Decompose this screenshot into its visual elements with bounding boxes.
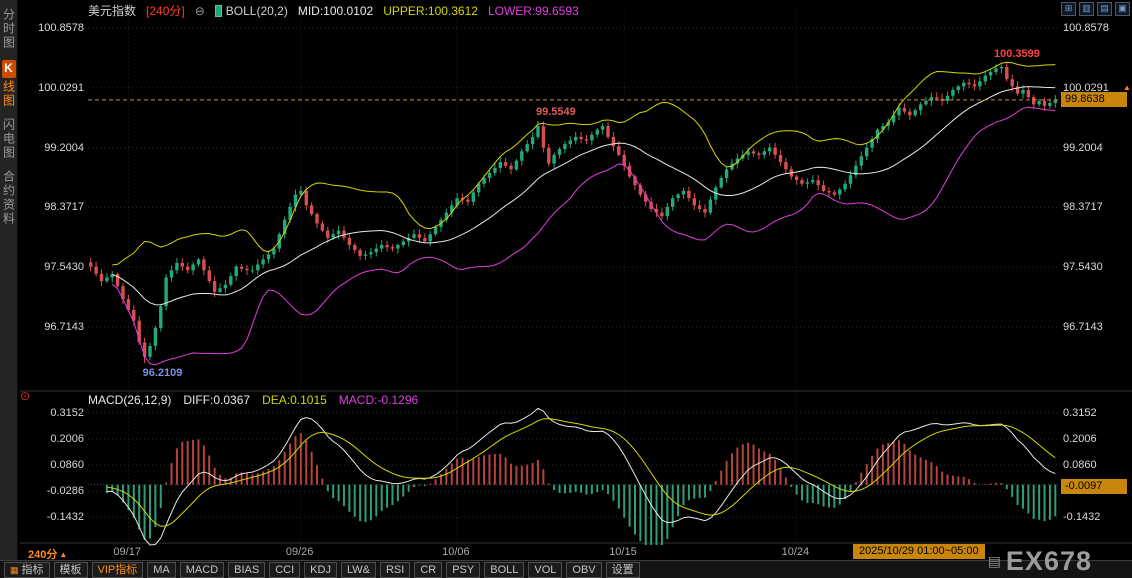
toolbar-button-ma[interactable]: MA — [147, 561, 176, 578]
macd-value-box: -0.0097 — [1061, 478, 1127, 494]
price-tick-left: 100.8578 — [38, 22, 84, 35]
watermark-logo-icon: ▤ — [987, 553, 1001, 569]
price-tick-left: 96.7143 — [44, 320, 84, 333]
price-tick-right: 97.5430 — [1063, 261, 1103, 274]
layout-single-pane-icon[interactable]: ▣ — [1115, 2, 1130, 16]
toolbar-button-obv[interactable]: OBV — [566, 561, 602, 578]
chart-header: 美元指数 [240分] ⊖ BOLL(20,2) MID:100.0102 UP… — [88, 2, 579, 19]
candlestick-icon — [214, 4, 222, 17]
toolbar-button-label: CCI — [275, 563, 295, 576]
toolbar-button-cci[interactable]: CCI — [269, 561, 301, 578]
layout-vertical-split-icon[interactable]: ▥ — [1079, 2, 1094, 16]
toolbar-button-label: PSY — [452, 563, 475, 576]
watermark-text: EX678 — [1005, 546, 1092, 576]
macd-header: MACD(26,12,9) DIFF:0.0367 DEA:0.1015 MAC… — [88, 393, 418, 407]
macd-tick-left: -0.1432 — [46, 511, 84, 524]
toolbar-button-psy[interactable]: PSY — [446, 561, 481, 578]
boll-upper-value: UPPER:100.3612 — [383, 3, 478, 18]
macd-indicator-label: MACD(26,12,9) — [88, 393, 172, 407]
price-tick-right: 98.3717 — [1063, 201, 1103, 214]
macd-tick-right: 0.0860 — [1063, 459, 1097, 472]
period-dropdown-arrow-icon: ▲ — [59, 549, 68, 559]
toolbar-button-label: 模板 — [59, 563, 82, 576]
toolbar-button-label: 指标 — [21, 563, 44, 576]
sidebar-item-time-chart[interactable]: 分时图 — [1, 8, 17, 50]
date-label: 10/06 — [442, 546, 470, 558]
date-label: 09/26 — [285, 546, 314, 558]
toolbar-button-label: VIP指标 — [97, 563, 138, 576]
price-tick-left: 100.0291 — [38, 81, 84, 94]
price-annotation: 99.5549 — [535, 106, 576, 119]
symbol-name: 美元指数 — [88, 4, 137, 18]
period-label: [240分] — [146, 4, 185, 18]
toolbar-button-label: MACD — [185, 563, 219, 576]
macd-tick-right: 0.2006 — [1063, 432, 1097, 445]
toolbar-button-bias[interactable]: BIAS — [228, 561, 266, 578]
toolbar-button-label: 设置 — [611, 563, 634, 576]
price-tick-left: 98.3717 — [44, 201, 84, 214]
toolbar-button-label: LW& — [346, 563, 370, 576]
kline-active-badge: K — [1, 60, 16, 78]
sidebar: 分时图 K 线图闪电图合约资料 — [0, 0, 18, 578]
toolbar-button-label: RSI — [385, 563, 405, 576]
macd-tick-right: -0.1432 — [1063, 511, 1101, 524]
layout-grid-icon[interactable]: ⊞ — [1061, 2, 1076, 16]
price-tick-right: 96.7143 — [1063, 320, 1103, 333]
toolbar-button-label: OBV — [572, 563, 596, 576]
macd-dea-value: DEA:0.1015 — [262, 393, 327, 407]
toolbar-button-kdj[interactable]: KDJ — [304, 561, 337, 578]
window-layout-controls: ⊞ ▥ ▤ ▣ — [1061, 2, 1130, 16]
collapse-indicator-icon[interactable]: ⊖ — [195, 4, 205, 18]
toolbar-button-label: BIAS — [234, 563, 260, 576]
price-tick-left: 97.5430 — [44, 261, 84, 274]
macd-diff-value: DIFF:0.0367 — [183, 393, 251, 407]
sidebar-item-lightning-chart[interactable]: 闪电图 — [1, 118, 17, 160]
sidebar-item-contract-info[interactable]: 合约资料 — [1, 170, 17, 226]
date-label: 10/24 — [781, 546, 810, 558]
macd-tick-right: 0.3152 — [1063, 406, 1097, 419]
sidebar-item-label: 线图 — [1, 80, 16, 108]
price-annotation: 100.3599 — [994, 48, 1040, 61]
current-bar-time-box: 2025/10/29 01:00~05:00 — [853, 544, 985, 559]
boll-lower-value: LOWER:99.6593 — [487, 3, 579, 18]
toolbar-button-vip-indicator[interactable]: VIP指标 — [91, 561, 144, 578]
toolbar-button-vol[interactable]: VOL — [528, 561, 563, 578]
watermark: ▤ EX678 — [988, 546, 1092, 577]
toolbar-button-settings[interactable]: 设置 — [605, 561, 640, 578]
date-label: 10/15 — [609, 546, 637, 558]
toolbar-button-cr[interactable]: CR — [414, 561, 443, 578]
toolbar-button-rsi[interactable]: RSI — [379, 561, 411, 578]
sidebar-item-kline-chart[interactable]: K 线图 — [1, 60, 17, 108]
price-chart-canvas[interactable] — [0, 0, 1132, 578]
layout-horizontal-split-icon[interactable]: ▤ — [1097, 2, 1112, 16]
toolbar-button-template[interactable]: 模板 — [53, 561, 88, 578]
macd-tick-left: 0.0860 — [50, 459, 84, 472]
toolbar-button-label: KDJ — [310, 563, 331, 576]
indicator-dot-icon[interactable]: ⊙ — [20, 389, 30, 403]
price-tick-left: 99.2004 — [44, 141, 84, 154]
price-annotation: 96.2109 — [142, 367, 183, 380]
trading-app-root: 分时图 K 线图闪电图合约资料 美元指数 [240分] ⊖ BOLL(20,2) M… — [0, 0, 1132, 578]
toolbar-button-label: BOLL — [490, 563, 519, 576]
price-up-arrow-icon: ▲ — [1123, 83, 1131, 92]
price-tick-right: 100.8578 — [1063, 22, 1109, 35]
macd-tick-left: 0.3152 — [50, 406, 84, 419]
toolbar-button-label: CR — [420, 563, 437, 576]
toolbar-button-lw[interactable]: LW& — [340, 561, 376, 578]
toolbar-button-macd[interactable]: MACD — [179, 561, 225, 578]
indicator-toolbar: ▦ 指标 模板 VIP指标 MA MACD BIAS CCI KDJ LW& RSI CR PSY BOL… — [0, 560, 1132, 578]
toolbar-button-indicator[interactable]: ▦ 指标 — [4, 561, 50, 578]
toolbar-button-boll[interactable]: BOLL — [484, 561, 525, 578]
toolbar-button-label: MA — [153, 563, 170, 576]
boll-indicator-label: BOLL(20,2) — [225, 3, 288, 18]
price-tick-right: 99.2004 — [1063, 141, 1103, 154]
macd-value: MACD:-0.1296 — [338, 393, 419, 407]
toolbar-button-label: VOL — [534, 563, 557, 576]
indicator-grid-icon: ▦ — [10, 564, 19, 575]
macd-tick-left: 0.2006 — [50, 432, 84, 445]
date-label: 09/17 — [113, 546, 141, 558]
boll-mid-value: MID:100.0102 — [297, 3, 374, 18]
last-price-box: 99.8638 — [1061, 91, 1127, 107]
macd-tick-left: -0.0286 — [46, 485, 84, 498]
